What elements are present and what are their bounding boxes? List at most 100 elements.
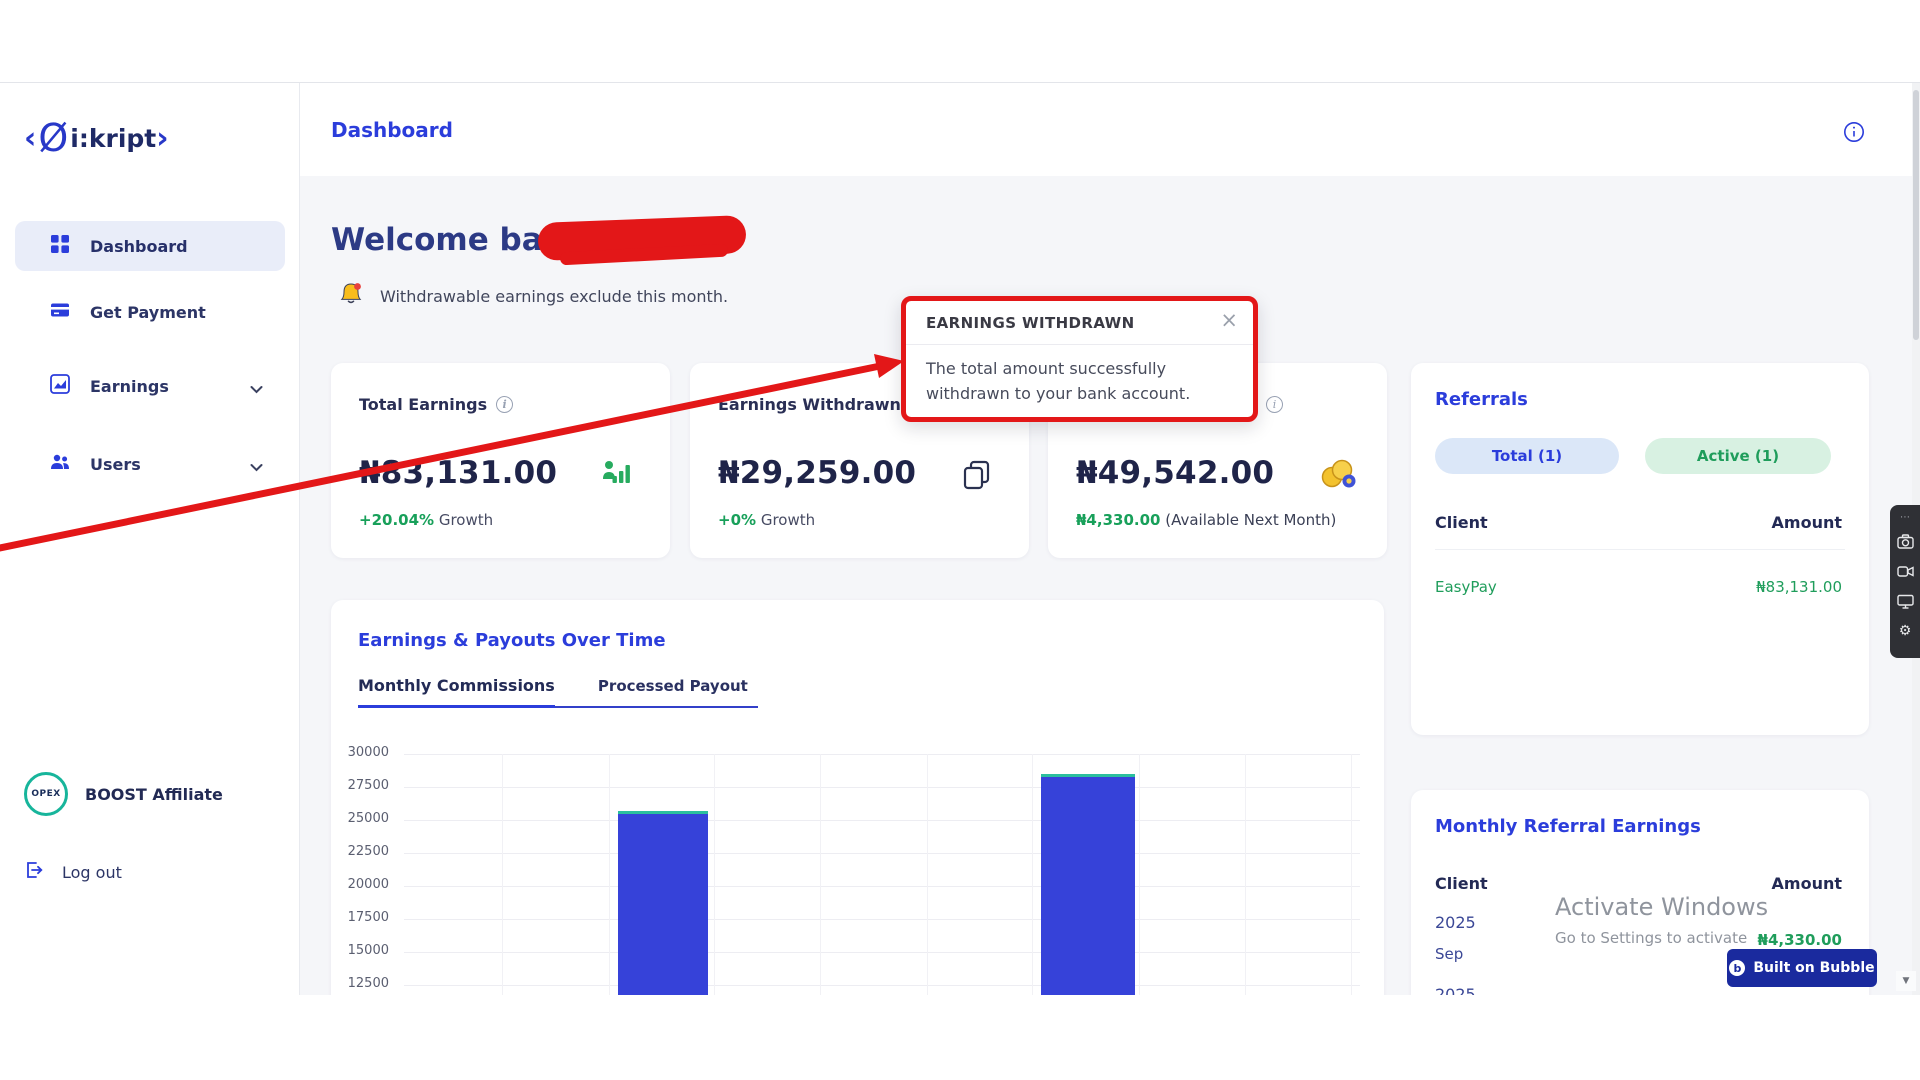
sidebar-item-label: Earnings — [90, 377, 169, 396]
filter-total-pill[interactable]: Total (1) — [1435, 438, 1619, 474]
desktop-white-band — [0, 995, 1920, 1080]
tab-processed-payout[interactable]: Processed Payout — [598, 677, 748, 705]
screen: ‹ Ø i:kript › Dashboard Get Payment Earn… — [0, 0, 1920, 1080]
screen-capture-icon[interactable] — [1892, 589, 1919, 613]
available-label: (Available Next Month) — [1165, 511, 1336, 529]
gridline — [404, 919, 1360, 920]
tooltip-title: EARNINGS WITHDRAWN — [926, 314, 1135, 332]
chart-bar — [1041, 774, 1135, 1020]
activate-windows-watermark-sub: Go to Settings to activate — [1555, 929, 1747, 947]
total-earnings-card: Total Earnings i ₦83,131.00 +20.04% Grow… — [331, 363, 670, 558]
built-on-bubble-badge[interactable]: b Built on Bubble — [1727, 949, 1877, 987]
gridline — [1032, 754, 1033, 1016]
bubble-logo-icon: b — [1729, 960, 1745, 976]
brand-logo-prefix: ‹ — [24, 121, 36, 156]
users-icon — [50, 452, 70, 476]
growth-row: +0% Growth — [718, 511, 815, 529]
gridline — [927, 754, 928, 1016]
referrals-title: Referrals — [1435, 389, 1528, 410]
sidebar-item-label: Users — [90, 455, 141, 474]
scroll-down-arrow[interactable]: ▼ — [1896, 971, 1916, 991]
gridline — [404, 952, 1360, 953]
header-info-icon[interactable] — [1842, 120, 1866, 148]
stat-card-label: Earnings Withdrawn — [718, 395, 901, 414]
chart-bar — [618, 811, 708, 1020]
gridline — [714, 754, 715, 1016]
gridline — [404, 787, 1360, 788]
sidebar-item-users[interactable]: Users — [15, 439, 285, 489]
chevron-down-icon[interactable] — [250, 379, 263, 398]
y-axis-tick: 17500 — [331, 910, 389, 925]
sidebar-item-dashboard[interactable]: Dashboard — [15, 221, 285, 271]
gridline — [502, 754, 503, 1016]
earnings-chart-icon — [50, 374, 70, 398]
stat-card-label: Total Earnings — [359, 395, 487, 414]
scrollbar-thumb[interactable] — [1913, 90, 1919, 340]
gear-icon[interactable]: ⚙ — [1892, 619, 1919, 643]
camera-icon[interactable] — [1892, 529, 1919, 553]
drag-handle-icon[interactable]: ⋯ — [1892, 511, 1919, 523]
y-axis-tick: 15000 — [331, 943, 389, 958]
sidebar-item-label: Dashboard — [90, 237, 188, 256]
referral-client: EasyPay — [1435, 578, 1497, 596]
stat-card-label-row: Total Earnings i — [359, 395, 513, 414]
gridline — [404, 886, 1360, 887]
filter-active-pill[interactable]: Active (1) — [1645, 438, 1831, 474]
chart-tabs: Monthly Commissions Processed Payout — [358, 676, 758, 708]
logout-icon — [24, 860, 44, 884]
y-axis-tick: 25000 — [331, 811, 389, 826]
sidebar-item-label: Get Payment — [90, 303, 206, 322]
logout-label: Log out — [62, 863, 122, 882]
y-axis-tick: 27500 — [331, 778, 389, 793]
column-header-client: Client — [1435, 874, 1488, 893]
available-next-month-row: ₦4,330.00 (Available Next Month) — [1076, 511, 1336, 529]
dashboard-grid-icon — [50, 234, 70, 258]
column-header-client: Client — [1435, 513, 1488, 532]
info-icon[interactable]: i — [1266, 396, 1283, 413]
growth-label: Growth — [761, 511, 815, 529]
bubble-badge-label: Built on Bubble — [1753, 960, 1874, 976]
divider — [1435, 549, 1845, 550]
opex-logo-icon: OPEX — [24, 772, 68, 816]
earnings-withdrawn-tooltip: EARNINGS WITHDRAWN × The total amount su… — [901, 296, 1258, 422]
y-axis-tick: 12500 — [331, 976, 389, 991]
y-axis-tick: 22500 — [331, 844, 389, 859]
referral-amount: ₦4,330.00 — [1758, 931, 1842, 949]
gridline — [1139, 754, 1140, 1016]
monthly-referrals-title: Monthly Referral Earnings — [1435, 816, 1701, 837]
brand-logo-circle-slash-icon: Ø — [38, 116, 68, 160]
logout-button[interactable]: Log out — [24, 852, 204, 892]
stat-amount: ₦29,259.00 — [718, 455, 916, 491]
gridline — [404, 820, 1360, 821]
stat-card-label-row: Earnings Withdrawn i — [718, 395, 927, 414]
growth-label: Growth — [439, 511, 493, 529]
copy-pages-icon — [959, 457, 995, 497]
growth-value: +20.04% — [359, 511, 434, 529]
gridline — [609, 754, 610, 1016]
column-header-amount: Amount — [1772, 874, 1842, 893]
growth-row: +20.04% Growth — [359, 511, 493, 529]
video-camera-icon[interactable] — [1892, 559, 1919, 583]
capture-toolbar: ⋯ ⚙ — [1890, 505, 1920, 658]
available-amount: ₦4,330.00 — [1076, 511, 1160, 529]
chart-card-title: Earnings & Payouts Over Time — [358, 630, 666, 651]
close-icon[interactable]: × — [1220, 308, 1238, 332]
column-header-amount: Amount — [1772, 513, 1842, 532]
y-axis-tick: 30000 — [331, 745, 389, 760]
opex-logo-text: OPEX — [31, 789, 60, 799]
tab-monthly-commissions[interactable]: Monthly Commissions — [358, 676, 555, 708]
stat-amount: ₦49,542.00 — [1076, 455, 1274, 491]
sidebar-item-earnings[interactable]: Earnings — [15, 361, 285, 411]
sidebar-item-get-payment[interactable]: Get Payment — [15, 287, 285, 337]
boost-affiliate-link[interactable]: OPEX BOOST Affiliate — [24, 770, 274, 818]
earnings-payouts-card: Earnings & Payouts Over Time Monthly Com… — [331, 600, 1384, 1020]
tooltip-divider — [906, 344, 1253, 345]
info-icon[interactable]: i — [496, 396, 513, 413]
brand-logo: ‹ Ø i:kript › — [24, 116, 169, 160]
tooltip-body: The total amount successfully withdrawn … — [926, 356, 1194, 406]
chevron-down-icon[interactable] — [250, 457, 263, 476]
brand-logo-suffix: › — [156, 121, 168, 156]
activate-windows-watermark: Activate Windows — [1555, 893, 1768, 921]
referral-month: Sep — [1435, 945, 1463, 963]
green-stats-icon — [598, 455, 636, 497]
